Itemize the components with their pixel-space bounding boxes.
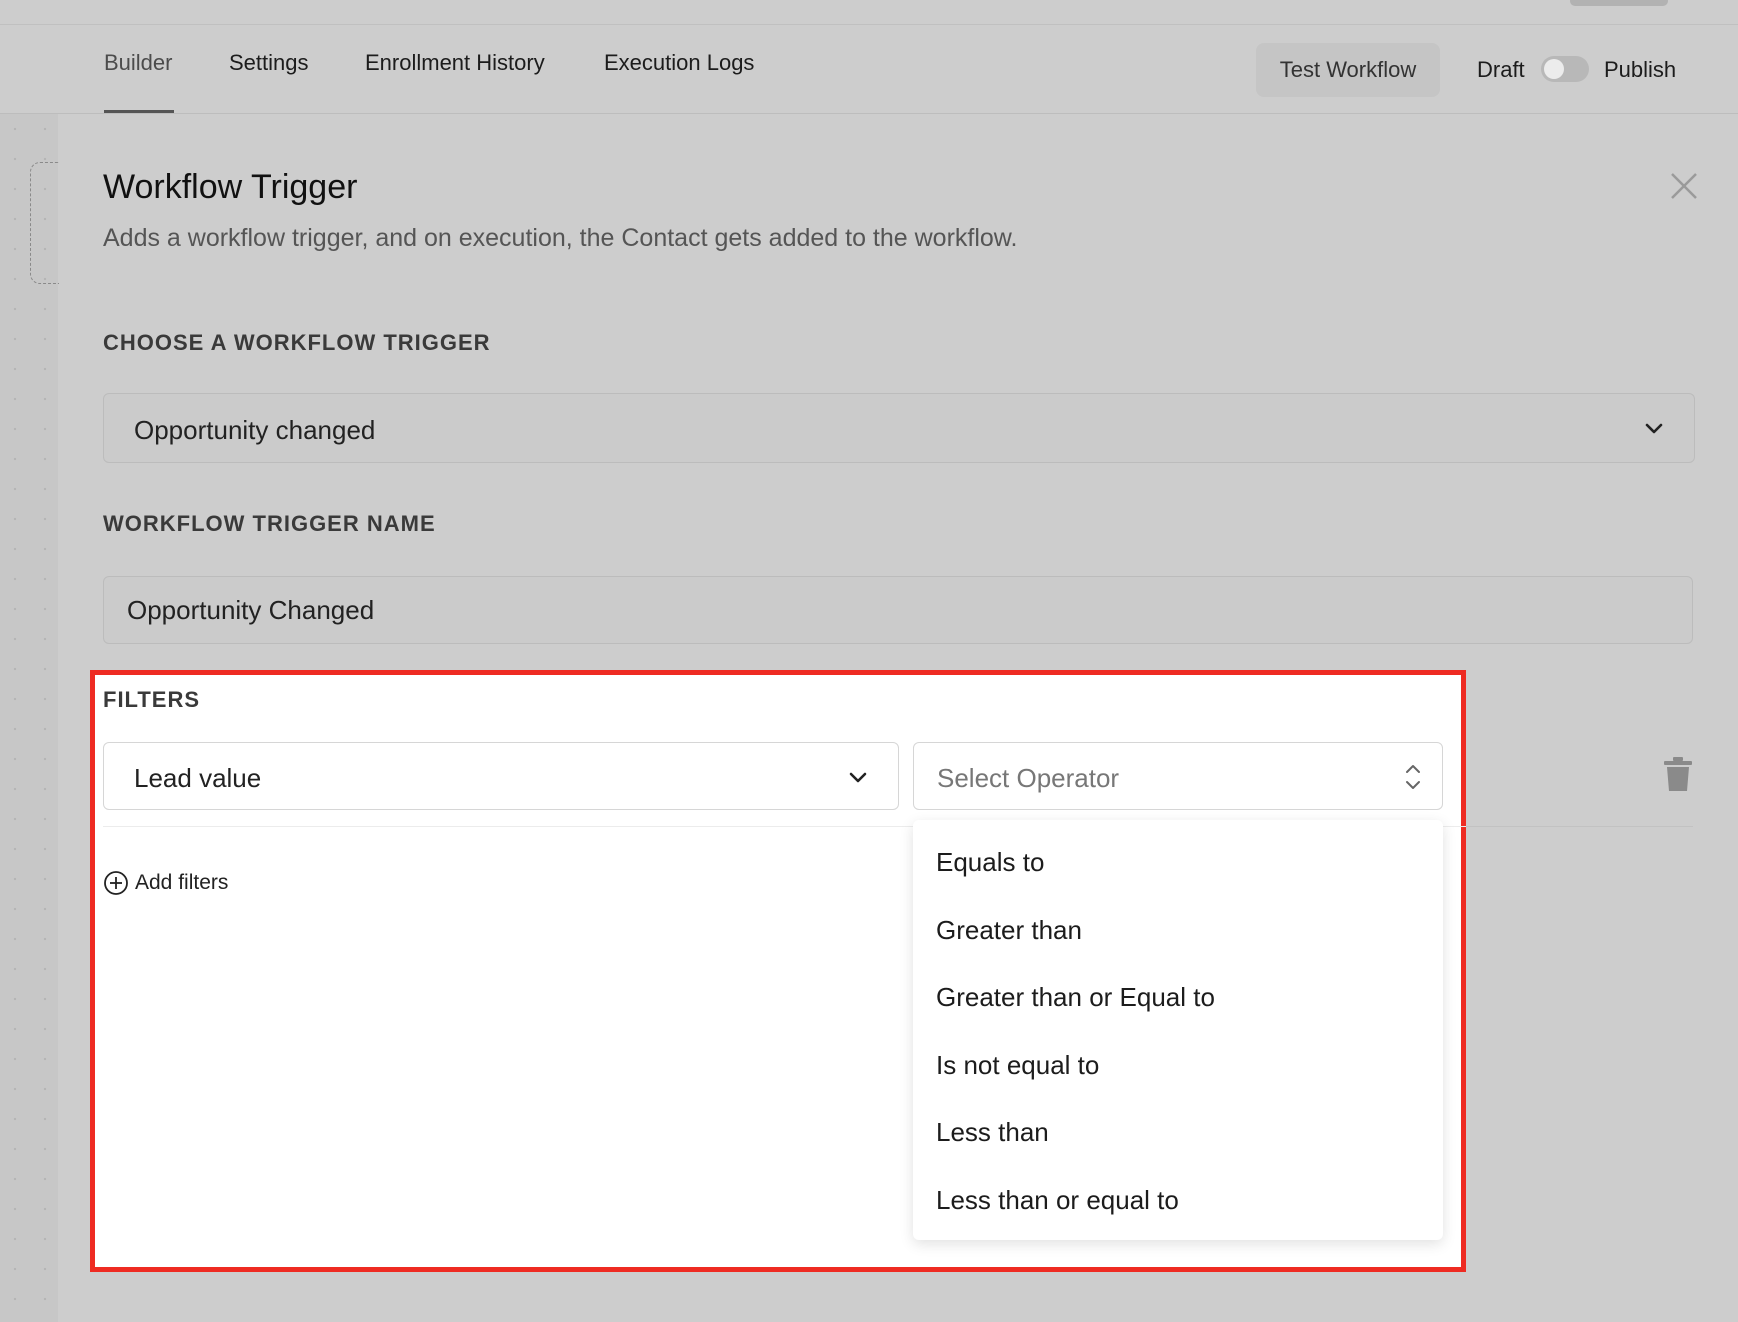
canvas-node-stub[interactable] [30,162,59,284]
operator-placeholder: Select Operator [937,763,1120,793]
trigger-name-input[interactable] [103,576,1693,644]
operator-option-less-than[interactable]: Less than [936,1117,1049,1148]
operator-option-less-than-or-equal[interactable]: Less than or equal to [936,1185,1179,1216]
name-section-label: WORKFLOW TRIGGER NAME [103,511,436,536]
publish-label: Publish [1604,57,1677,82]
chevron-down-icon [1645,423,1663,434]
tab-enrollment-history[interactable]: Enrollment History [365,50,545,76]
close-icon[interactable] [1668,170,1700,202]
publish-toggle[interactable] [1541,56,1589,82]
panel-title: Workflow Trigger [103,168,358,206]
filter-row-divider [103,826,1693,827]
top-pill [1570,0,1668,6]
operator-option-greater-than[interactable]: Greater than [936,915,1082,946]
filter-field-select[interactable]: Lead value [103,742,899,810]
canvas-sidebar [0,114,58,1322]
chevron-down-icon [849,772,867,783]
operator-option-equals[interactable]: Equals to [936,847,1044,878]
trigger-select[interactable]: Opportunity changed [103,393,1695,463]
trigger-section-label: CHOOSE A WORKFLOW TRIGGER [103,330,491,355]
tab-execution-logs[interactable]: Execution Logs [604,50,754,76]
operator-option-not-equal[interactable]: Is not equal to [936,1050,1099,1081]
chevron-updown-icon [1406,765,1420,789]
add-filters-label: Add filters [135,871,229,894]
tab-builder[interactable]: Builder [104,50,172,76]
filters-label: FILTERS [103,687,201,712]
trash-icon[interactable] [1663,756,1693,792]
draft-label: Draft [1477,57,1525,82]
plus-circle-icon [104,871,128,895]
active-tab-indicator [104,110,174,113]
filter-field-value: Lead value [134,763,262,793]
panel-description: Adds a workflow trigger, and on executio… [103,224,1018,252]
top-strip [0,0,1738,25]
trigger-select-value: Opportunity changed [134,415,376,445]
filter-operator-select[interactable]: Select Operator [913,742,1443,810]
operator-dropdown: Equals to Greater than Greater than or E… [913,820,1443,1240]
filter-row-divider-overlay [1466,826,1693,827]
add-filters-button[interactable]: Add filters [103,868,228,898]
toggle-knob [1544,59,1564,79]
operator-option-greater-than-or-equal[interactable]: Greater than or Equal to [936,982,1215,1013]
test-workflow-button[interactable]: Test Workflow [1256,43,1440,97]
tab-settings[interactable]: Settings [229,50,309,76]
